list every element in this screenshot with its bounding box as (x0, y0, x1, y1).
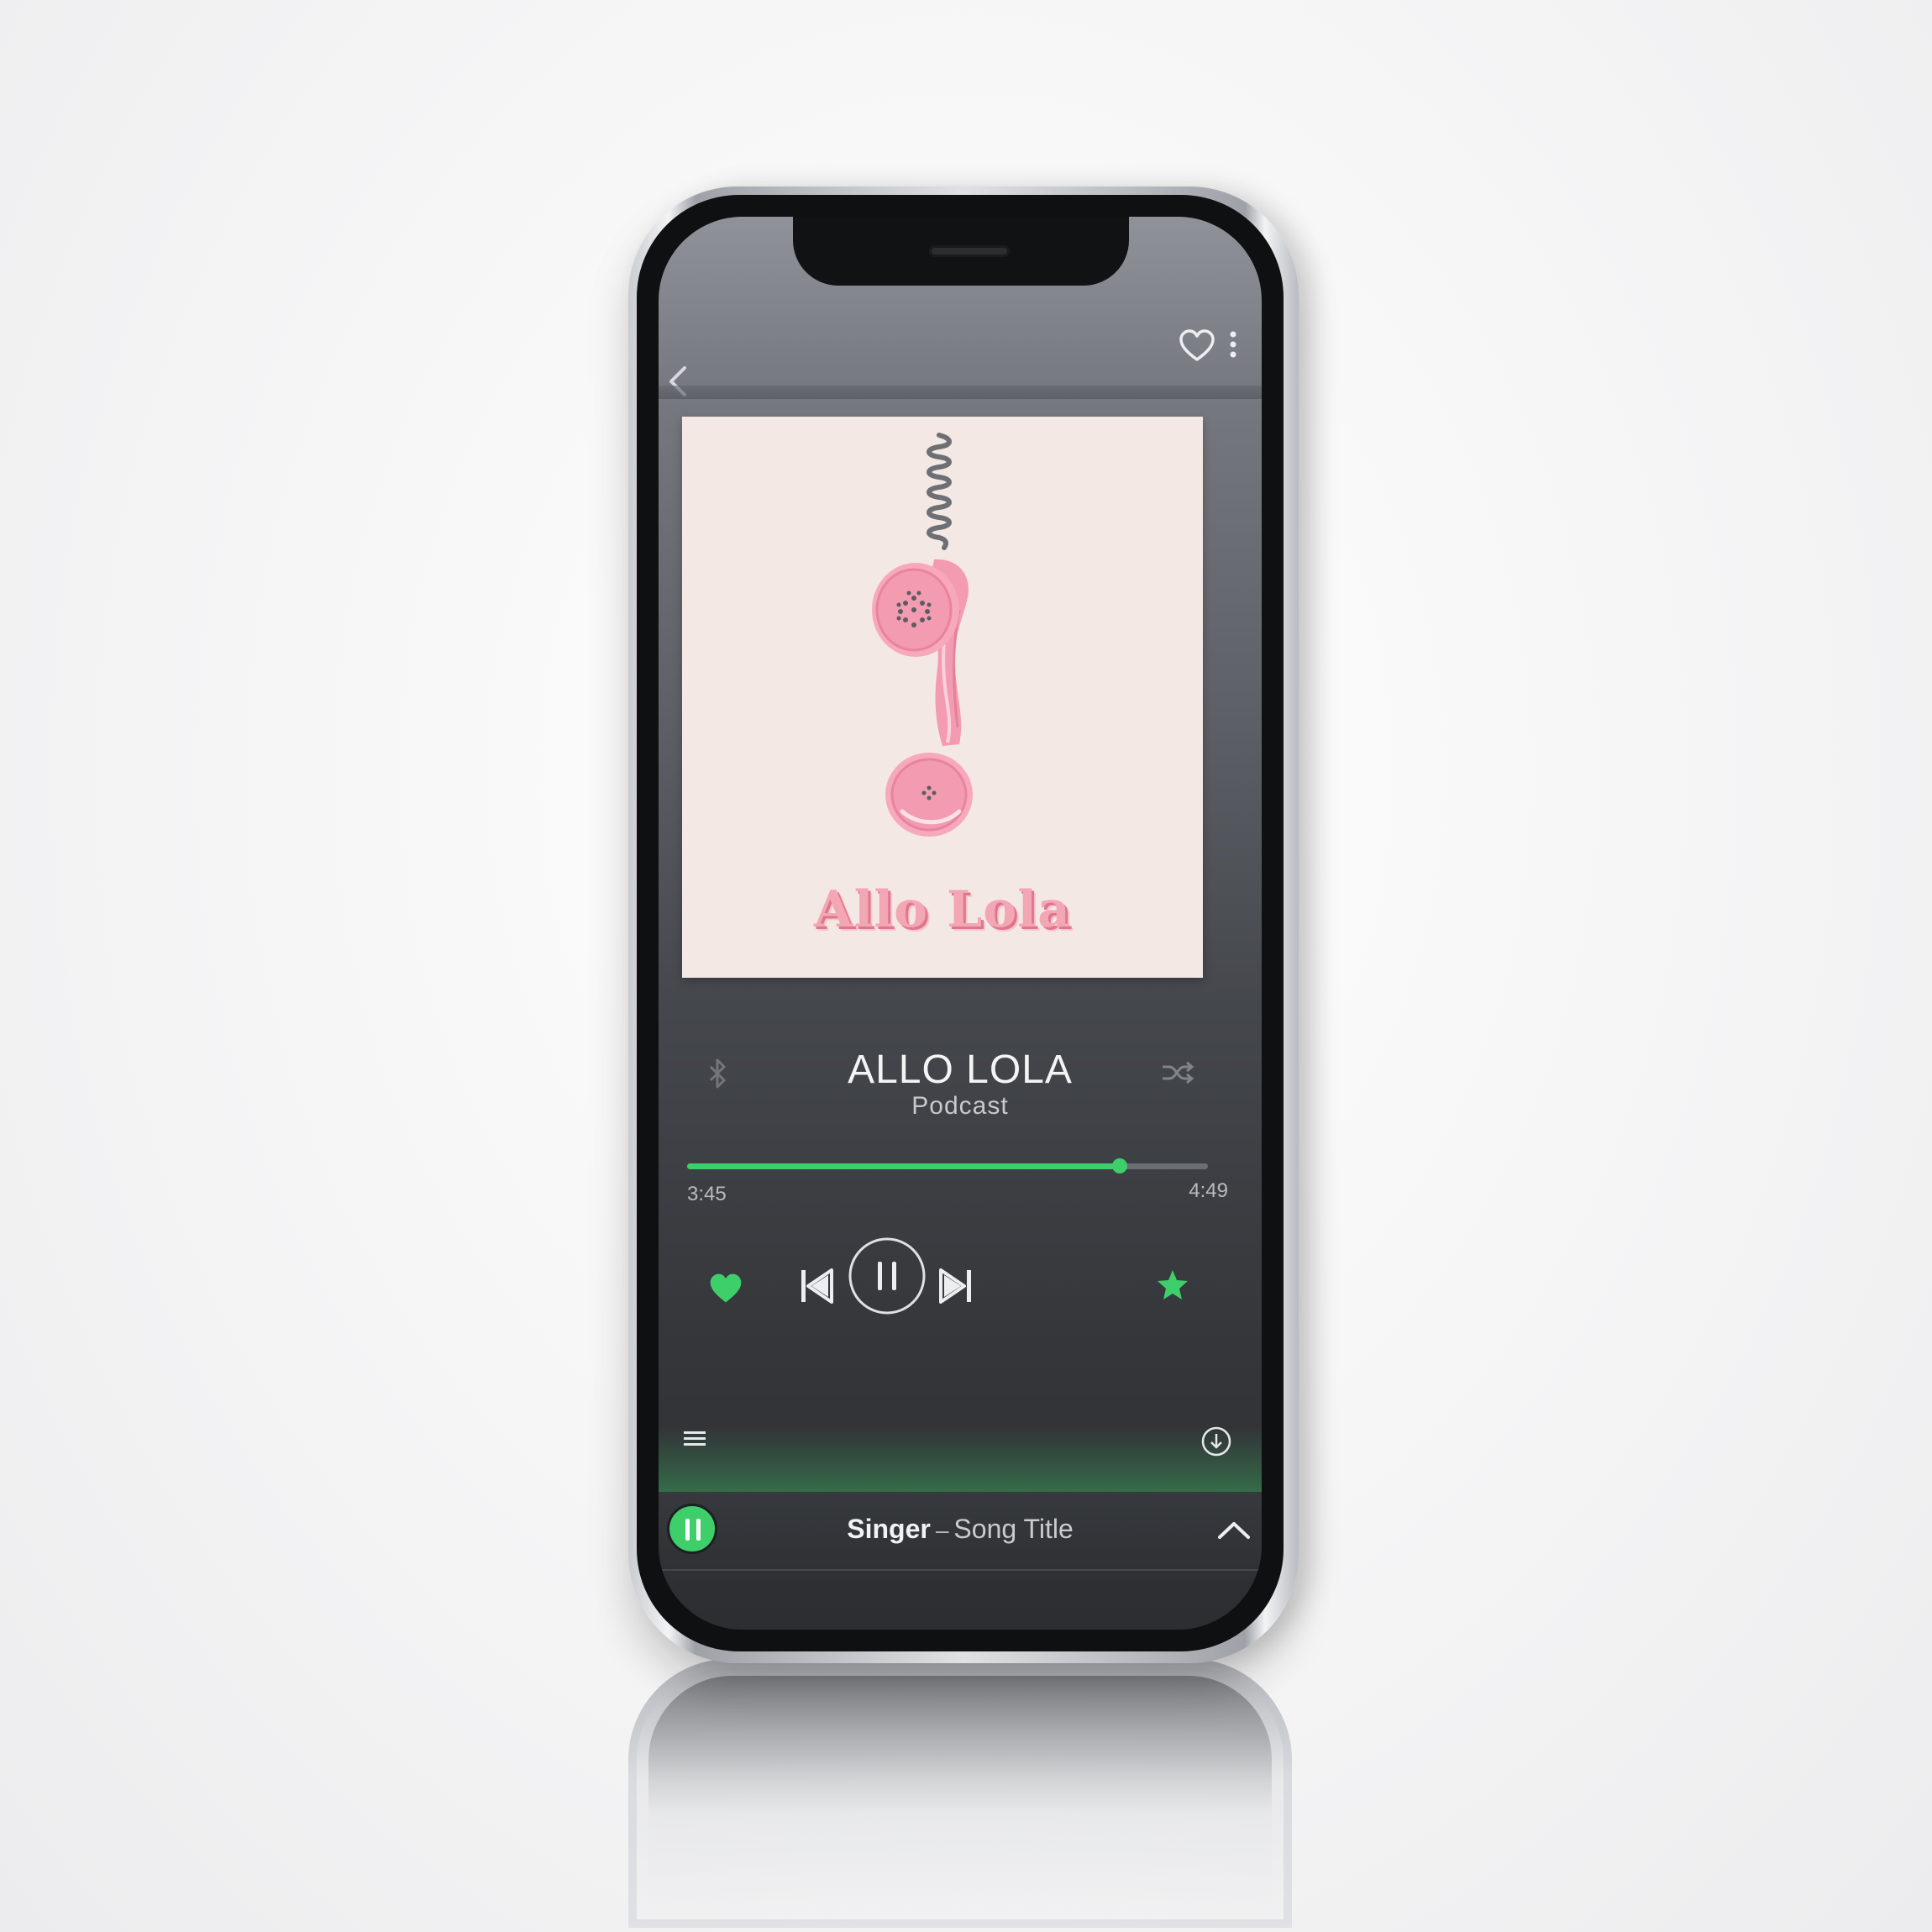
mini-play-pause-button[interactable] (667, 1504, 717, 1554)
header-divider (659, 386, 1262, 399)
chevron-up-icon (1218, 1522, 1250, 1539)
more-vertical-icon (1230, 331, 1236, 358)
skip-next-icon (939, 1268, 971, 1304)
pause-icon-bar (696, 1519, 701, 1541)
phone-reflection (628, 1659, 1292, 1928)
skip-previous-icon (801, 1268, 833, 1304)
queue-list-icon (684, 1431, 706, 1446)
album-cover: Allo Lola (682, 417, 1203, 978)
expand-player-button[interactable] (1213, 1512, 1255, 1546)
heart-filled-icon (710, 1273, 742, 1303)
progress-slider[interactable] (687, 1158, 1208, 1173)
bluetooth-icon[interactable] (706, 1057, 731, 1090)
track-title: ALLO LOLA (848, 1047, 1073, 1092)
star-button[interactable] (1154, 1267, 1191, 1304)
download-icon (1201, 1426, 1231, 1457)
play-pause-button[interactable] (848, 1236, 927, 1315)
download-button[interactable] (1200, 1425, 1233, 1458)
phone-bezel: Allo Lola ALLO LOLA Podcast 3:45 4:49 Si… (637, 195, 1284, 1651)
queue-button[interactable] (680, 1426, 711, 1452)
like-button[interactable] (707, 1270, 744, 1307)
pause-icon (848, 1237, 926, 1315)
earpiece-speaker (929, 245, 1010, 257)
mini-track-info[interactable]: Singer – Song Title (751, 1514, 1169, 1545)
total-time: 4:49 (1189, 1179, 1228, 1202)
mini-player-glow (659, 1426, 1262, 1494)
mini-singer: Singer (847, 1514, 931, 1544)
progress-fill (687, 1163, 1120, 1169)
heart-outline-icon (1179, 329, 1215, 361)
music-player-screen: Allo Lola ALLO LOLA Podcast 3:45 4:49 Si… (659, 217, 1262, 1630)
telephone-handset-illustration (872, 433, 973, 837)
track-subtitle: Podcast (911, 1092, 1009, 1120)
cover-title: Allo Lola (814, 880, 1071, 939)
mini-player[interactable]: Singer – Song Title (659, 1492, 1262, 1571)
product-photo: Allo Lola ALLO LOLA Podcast 3:45 4:49 Si… (0, 0, 1932, 1932)
more-options-button[interactable] (1225, 326, 1242, 366)
mini-separator: – (935, 1517, 949, 1543)
elapsed-time: 3:45 (687, 1183, 727, 1205)
progress-thumb[interactable] (1111, 1158, 1127, 1173)
star-filled-icon (1158, 1270, 1188, 1299)
previous-track-button[interactable] (798, 1265, 835, 1307)
pause-icon (685, 1519, 690, 1541)
favorite-button[interactable] (1177, 326, 1217, 366)
notch (793, 217, 1129, 286)
reflection-screen (648, 1676, 1272, 1928)
mini-song-title: Song Title (953, 1514, 1074, 1544)
next-track-button[interactable] (937, 1265, 974, 1307)
phone-frame: Allo Lola ALLO LOLA Podcast 3:45 4:49 Si… (628, 186, 1299, 1663)
